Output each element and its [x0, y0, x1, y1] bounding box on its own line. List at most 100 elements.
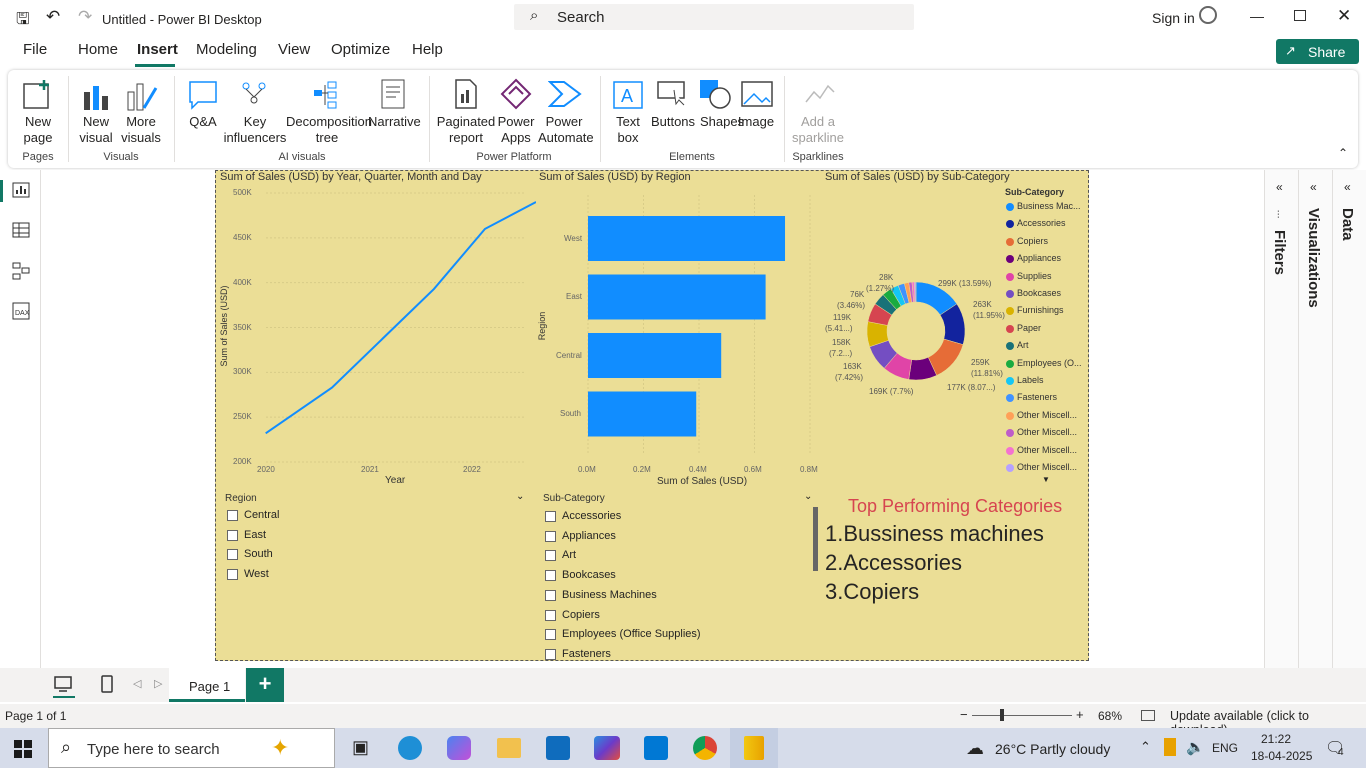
slicer-checkbox[interactable]: [545, 648, 556, 660]
clock-time[interactable]: 21:22: [1261, 732, 1291, 746]
slicer-item-label[interactable]: Fasteners: [562, 648, 611, 660]
decomposition-tree-button[interactable]: Decomposition tree: [286, 114, 372, 146]
zoom-slider[interactable]: [972, 715, 1072, 716]
mobile-layout-icon[interactable]: [100, 674, 114, 694]
legend-item[interactable]: Paper: [1017, 323, 1041, 333]
prev-page-icon[interactable]: ◁: [133, 677, 141, 690]
slicer-item-label[interactable]: Bookcases: [562, 569, 616, 581]
key-influencers-button[interactable]: Key influencers: [222, 114, 288, 146]
file-explorer-icon[interactable]: [497, 738, 521, 758]
chevrons-left-icon[interactable]: «: [1344, 180, 1351, 194]
add-page-button[interactable]: +: [246, 668, 284, 702]
minimize-button[interactable]: —: [1250, 8, 1264, 24]
maximize-button[interactable]: [1294, 10, 1306, 21]
slicer-item-label[interactable]: South: [244, 548, 273, 560]
undo-icon[interactable]: ↶: [46, 7, 60, 27]
legend-item[interactable]: Other Miscell...: [1017, 445, 1077, 455]
menu-modeling[interactable]: Modeling: [196, 41, 257, 58]
copilot-icon[interactable]: [447, 736, 471, 760]
legend-item[interactable]: Bookcases: [1017, 288, 1061, 298]
chevrons-left-icon[interactable]: «: [1310, 180, 1317, 194]
slicer-item-label[interactable]: Appliances: [562, 530, 616, 542]
language-indicator[interactable]: ENG: [1212, 741, 1238, 755]
report-view-icon[interactable]: [12, 182, 30, 198]
slicer-checkbox[interactable]: [545, 589, 556, 601]
legend-item[interactable]: Supplies: [1017, 271, 1052, 281]
collapse-ribbon-icon[interactable]: ⌃: [1338, 146, 1348, 160]
legend-item[interactable]: Appliances: [1017, 253, 1061, 263]
new-page-button[interactable]: New page: [14, 114, 62, 146]
share-button[interactable]: ↗ Share: [1276, 39, 1359, 64]
slicer-item-label[interactable]: West: [244, 568, 269, 580]
sign-in-link[interactable]: Sign in: [1152, 10, 1195, 26]
slicer-item-label[interactable]: Art: [562, 549, 576, 561]
redo-icon[interactable]: ↷: [78, 7, 92, 27]
add-sparkline-button[interactable]: Add a sparkline: [788, 114, 848, 146]
weather-icon[interactable]: ☁: [966, 738, 984, 759]
slicer-item-label[interactable]: Copiers: [562, 609, 600, 621]
slicer-item-label[interactable]: Accessories: [562, 510, 621, 522]
slicer-checkbox[interactable]: [545, 511, 556, 522]
narrative-button[interactable]: Narrative: [368, 114, 421, 130]
close-button[interactable]: ✕: [1337, 6, 1351, 26]
slicer-checkbox[interactable]: [545, 570, 556, 582]
slicer-item-label[interactable]: East: [244, 529, 266, 541]
qa-button[interactable]: Q&A: [184, 114, 222, 130]
chevron-down-icon[interactable]: ⌄: [804, 491, 812, 502]
slicer-checkbox[interactable]: [227, 569, 238, 581]
dax-query-view-icon[interactable]: DAX: [12, 302, 30, 320]
legend-item[interactable]: Other Miscell...: [1017, 462, 1077, 472]
slicer-checkbox[interactable]: [545, 629, 556, 641]
save-icon[interactable]: 🖫: [16, 8, 30, 35]
power-bi-tray-icon[interactable]: [1164, 738, 1176, 756]
legend-item[interactable]: Other Miscell...: [1017, 427, 1077, 437]
search-box[interactable]: ⌕ Search: [514, 4, 914, 30]
menu-help[interactable]: Help: [412, 41, 443, 58]
line-chart[interactable]: [216, 185, 536, 491]
weather-text[interactable]: 26°C Partly cloudy: [995, 741, 1110, 757]
m365-icon[interactable]: [594, 736, 620, 760]
bar-chart[interactable]: [538, 185, 828, 485]
power-automate-button[interactable]: Power Automate: [538, 114, 594, 146]
zoom-out-button[interactable]: −: [960, 707, 968, 722]
clock-date[interactable]: 18-04-2025: [1251, 749, 1312, 763]
page-tab[interactable]: Page 1: [169, 668, 245, 702]
slicer-checkbox[interactable]: [545, 550, 556, 562]
desktop-layout-icon[interactable]: [53, 675, 73, 693]
menu-file[interactable]: File: [23, 41, 47, 58]
task-view-icon[interactable]: ▣: [352, 737, 369, 758]
slicer-checkbox[interactable]: [227, 510, 238, 521]
legend-item[interactable]: Copiers: [1017, 236, 1048, 246]
chevron-up-icon[interactable]: ⌃: [1140, 739, 1151, 755]
next-page-icon[interactable]: ▷: [154, 677, 162, 690]
paginated-report-button[interactable]: Paginated report: [436, 114, 496, 146]
slicer-checkbox[interactable]: [227, 529, 238, 541]
slicer-item-label[interactable]: Employees (Office Supplies): [562, 628, 701, 640]
slicer-item-label[interactable]: Central: [244, 509, 279, 521]
power-bi-taskbar-button[interactable]: [730, 728, 778, 768]
text-box-button[interactable]: Text box: [608, 114, 648, 146]
power-apps-button[interactable]: Power Apps: [496, 114, 536, 146]
new-visual-button[interactable]: New visual: [74, 114, 118, 146]
chrome-icon[interactable]: [693, 736, 717, 760]
table-view-icon[interactable]: [12, 222, 30, 238]
buttons-button[interactable]: Buttons: [650, 114, 696, 130]
edge-icon[interactable]: [398, 736, 422, 760]
model-view-icon[interactable]: [12, 262, 30, 280]
more-visuals-button[interactable]: More visuals: [116, 114, 166, 146]
windows-start-icon[interactable]: [14, 740, 32, 758]
legend-item[interactable]: Art: [1017, 340, 1029, 350]
legend-item[interactable]: Other Miscell...: [1017, 410, 1077, 420]
legend-item[interactable]: Labels: [1017, 375, 1044, 385]
menu-view[interactable]: View: [278, 41, 310, 58]
taskbar-search-box[interactable]: ⌕ Type here to search ✦: [48, 728, 335, 768]
image-button[interactable]: Image: [736, 114, 776, 130]
chevrons-left-icon[interactable]: «: [1276, 180, 1283, 194]
outlook-icon[interactable]: [546, 736, 570, 760]
legend-item[interactable]: Accessories: [1017, 218, 1066, 228]
data-pane[interactable]: « Data: [1332, 170, 1366, 700]
chevron-down-icon[interactable]: ⌄: [516, 491, 524, 502]
slicer-checkbox[interactable]: [227, 549, 238, 561]
visualizations-pane[interactable]: « Visualizations: [1298, 170, 1332, 700]
menu-home[interactable]: Home: [78, 41, 118, 58]
